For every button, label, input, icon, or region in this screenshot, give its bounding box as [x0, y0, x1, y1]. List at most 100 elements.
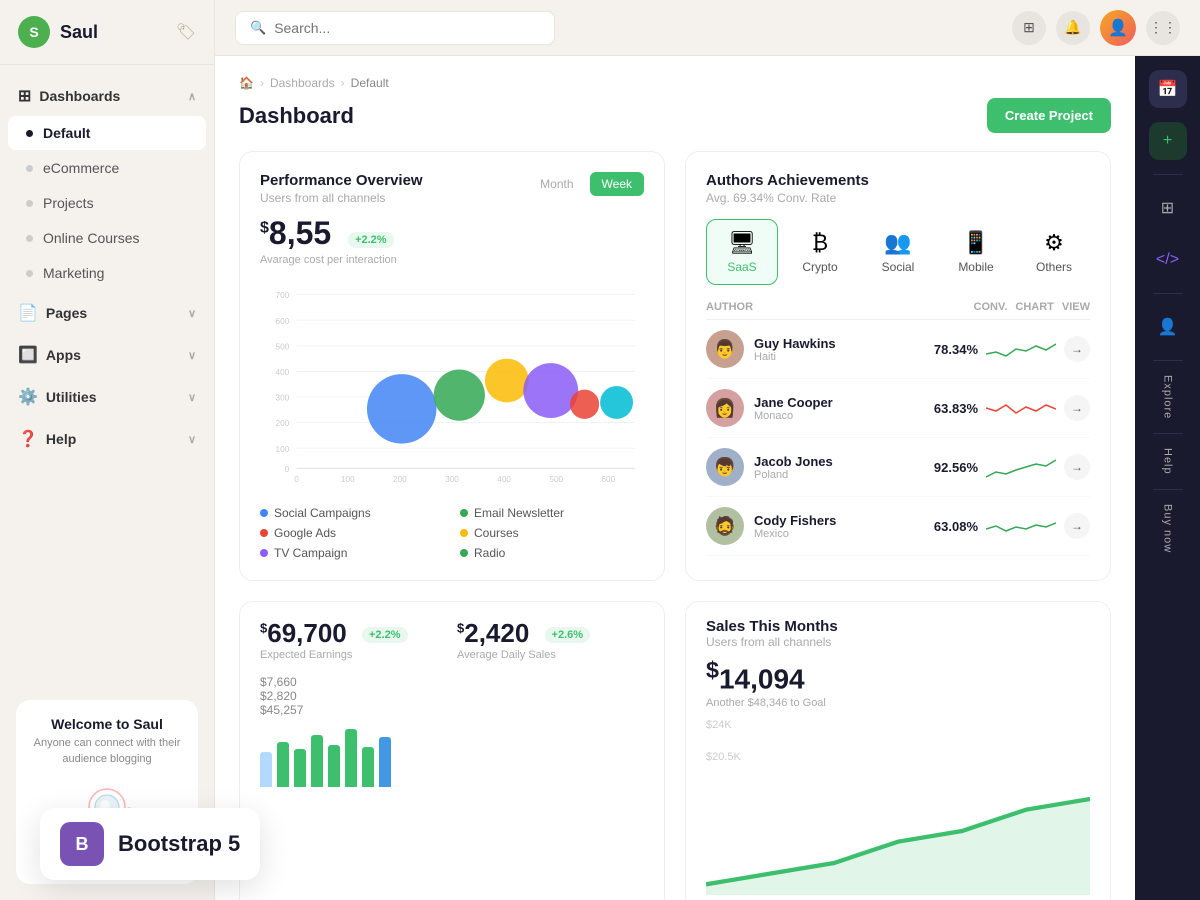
mobile-label: Mobile	[958, 260, 993, 274]
sparkline-jacob	[986, 452, 1056, 482]
sales-title: Sales This Months	[706, 618, 1090, 635]
col-author: AUTHOR	[706, 301, 966, 313]
sidebar: S Saul 🏷 ⊞ Dashboards ∧ Default eCommerc…	[0, 0, 215, 900]
legend-google-ads: Google Ads	[260, 526, 444, 540]
bootstrap-text: Bootstrap 5	[118, 831, 240, 857]
performance-title: Performance Overview	[260, 172, 423, 189]
tab-social[interactable]: 👥 Social	[862, 219, 934, 285]
expected-earnings-label: Expected Earnings	[260, 649, 447, 661]
tab-month[interactable]: Month	[528, 172, 585, 196]
legend-tv-campaign: TV Campaign	[260, 546, 444, 560]
author-location-jacob: Poland	[754, 469, 833, 481]
legend-dot-tv	[260, 549, 268, 557]
tab-saas[interactable]: 🖥 SaaS	[706, 219, 778, 285]
rp-calendar-icon[interactable]: 📅	[1149, 70, 1187, 108]
performance-subtitle: Users from all channels	[260, 191, 423, 205]
pages-chevron-icon: ∨	[188, 307, 196, 320]
breadcrumb-dashboards[interactable]: Dashboards	[270, 76, 335, 90]
view-btn-jacob[interactable]: →	[1064, 454, 1090, 480]
tab-crypto[interactable]: ₿ Crypto	[784, 219, 856, 285]
performance-tabs: Month Week	[528, 172, 644, 196]
header-grid-icon[interactable]: ⊞	[1012, 11, 1046, 45]
sidebar-item-default[interactable]: Default	[8, 116, 206, 150]
author-avatar-guy: 👨	[706, 330, 744, 368]
sidebar-item-dashboards[interactable]: ⊞ Dashboards ∧	[0, 77, 214, 115]
right-panel: 📅 + ⊞ </> 👤 Explore Help Buy now	[1135, 56, 1200, 900]
earnings-badge-1: +2.2%	[362, 627, 408, 643]
header-bell-icon[interactable]: 🔔	[1056, 11, 1090, 45]
nav-apps-label: Apps	[46, 347, 81, 363]
metric-value: $8,55	[260, 215, 340, 251]
search-bar[interactable]: 🔍	[235, 11, 555, 45]
nav-projects-label: Projects	[43, 195, 94, 211]
nav-group-apps: 🔲 Apps ∨	[0, 336, 214, 374]
utilities-chevron-icon: ∨	[188, 391, 196, 404]
legend-dot-courses	[460, 529, 468, 537]
legend-label-google: Google Ads	[274, 526, 336, 540]
legend-label-email: Email Newsletter	[474, 506, 564, 520]
bootstrap-badge: B Bootstrap 5	[40, 808, 260, 880]
welcome-subtitle: Anyone can connect with their audience b…	[32, 736, 182, 767]
author-location-guy: Haiti	[754, 351, 836, 363]
metric-sub: Avarage cost per interaction	[260, 254, 644, 266]
help-chevron-icon: ∨	[188, 433, 196, 446]
sidebar-item-utilities[interactable]: ⚙️ Utilities ∨	[0, 378, 214, 416]
rp-buy-label[interactable]: Buy now	[1162, 504, 1174, 553]
sidebar-item-pages[interactable]: 📄 Pages ∨	[0, 294, 214, 332]
author-info-guy: 👨 Guy Hawkins Haiti	[706, 330, 926, 368]
mobile-icon: 📱	[962, 230, 989, 256]
rp-person-icon[interactable]: 👤	[1149, 308, 1187, 346]
others-label: Others	[1036, 260, 1072, 274]
conv-jane: 63.83%	[934, 401, 978, 416]
authors-achievements-card: Authors Achievements Avg. 69.34% Conv. R…	[685, 151, 1111, 581]
user-avatar[interactable]: 👤	[1100, 10, 1136, 46]
authors-subtitle: Avg. 69.34% Conv. Rate	[706, 191, 869, 205]
rp-code-icon[interactable]: </>	[1149, 241, 1187, 279]
svg-text:300: 300	[445, 475, 459, 484]
sparkline-jane	[986, 393, 1056, 423]
header-more-icon[interactable]: ⋮⋮	[1146, 11, 1180, 45]
sidebar-item-apps[interactable]: 🔲 Apps ∨	[0, 336, 214, 374]
saas-label: SaaS	[727, 260, 756, 274]
sidebar-item-projects[interactable]: Projects	[8, 186, 206, 220]
expected-earnings: $69,700 +2.2% Expected Earnings	[260, 618, 447, 661]
svg-text:500: 500	[549, 475, 563, 484]
sidebar-toggle-icon[interactable]: 🏷	[176, 22, 196, 42]
bar-4	[311, 735, 323, 787]
author-row: 🧔 Cody Fishers Mexico 63.08% →	[706, 497, 1090, 556]
sparkline-cody	[986, 511, 1056, 541]
sidebar-item-help[interactable]: ❓ Help ∨	[0, 420, 214, 458]
sidebar-item-ecommerce[interactable]: eCommerce	[8, 151, 206, 185]
page-title: Dashboard	[239, 103, 354, 129]
author-avatar-jane: 👩	[706, 389, 744, 427]
sidebar-item-marketing[interactable]: Marketing	[8, 256, 206, 290]
rp-grid-icon[interactable]: ⊞	[1149, 189, 1187, 227]
svg-text:200: 200	[393, 475, 407, 484]
tab-week[interactable]: Week	[590, 172, 644, 196]
view-btn-guy[interactable]: →	[1064, 336, 1090, 362]
legend-label-courses: Courses	[474, 526, 519, 540]
rp-help-label[interactable]: Help	[1162, 448, 1174, 475]
tab-others[interactable]: ⚙ Others	[1018, 219, 1090, 285]
sidebar-item-online-courses[interactable]: Online Courses	[8, 221, 206, 255]
app-brand: Saul	[60, 22, 98, 43]
earnings-badge-2: +2.6%	[545, 627, 591, 643]
metric-prefix: $	[260, 219, 269, 236]
nav-ecommerce-label: eCommerce	[43, 160, 119, 176]
authors-header: Authors Achievements Avg. 69.34% Conv. R…	[706, 172, 869, 205]
tab-mobile[interactable]: 📱 Mobile	[940, 219, 1012, 285]
legend-label-social: Social Campaigns	[274, 506, 371, 520]
authors-title: Authors Achievements	[706, 172, 869, 189]
search-input[interactable]	[274, 20, 540, 36]
view-btn-cody[interactable]: →	[1064, 513, 1090, 539]
create-project-button[interactable]: Create Project	[987, 98, 1111, 133]
rp-add-icon[interactable]: +	[1149, 122, 1187, 160]
breadcrumb-home-icon[interactable]: 🏠	[239, 76, 254, 90]
rp-explore-label[interactable]: Explore	[1162, 375, 1174, 419]
view-btn-jane[interactable]: →	[1064, 395, 1090, 421]
author-details-guy: Guy Hawkins Haiti	[754, 336, 836, 363]
bar-6	[345, 729, 357, 787]
sales-prefix: $	[706, 657, 719, 683]
page-header: Dashboard Create Project	[239, 98, 1111, 133]
search-icon: 🔍	[250, 20, 266, 36]
